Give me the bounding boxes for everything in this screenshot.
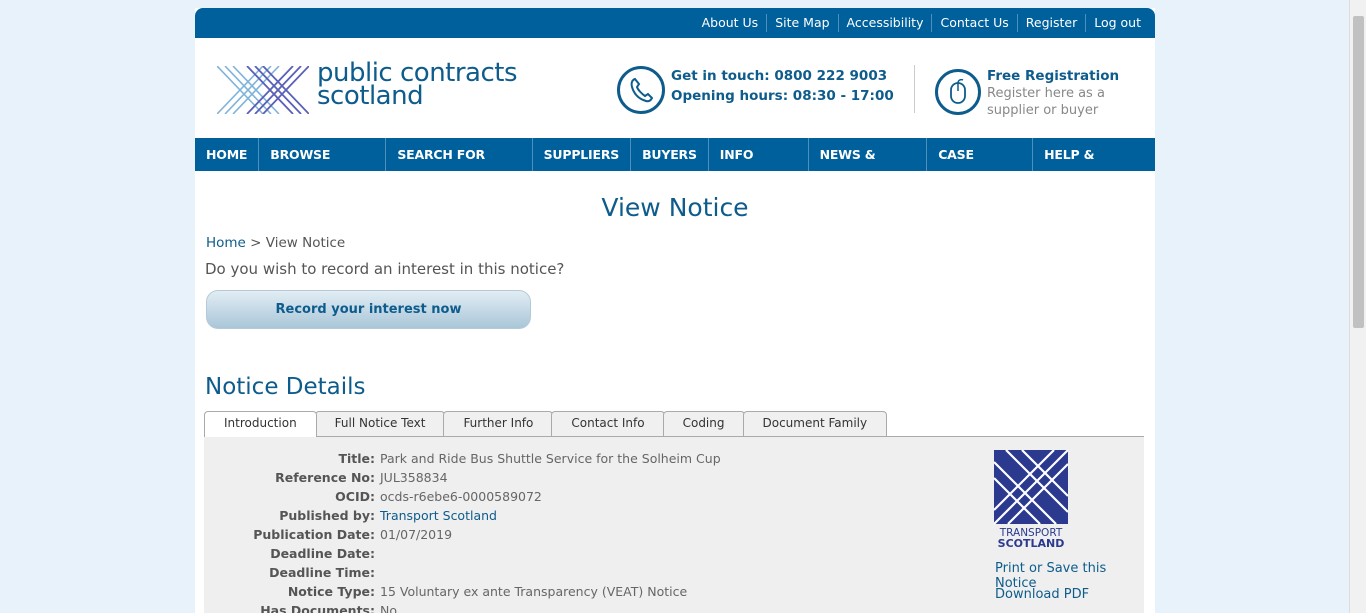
tab-document-family[interactable]: Document Family bbox=[742, 411, 888, 436]
top-utility-bar: About Us Site Map Accessibility Contact … bbox=[195, 8, 1155, 38]
top-link-log-out[interactable]: Log out bbox=[1085, 14, 1149, 32]
detail-label: Publication Date: bbox=[253, 527, 375, 542]
detail-row-reference: Reference No: JUL358834 bbox=[204, 470, 904, 489]
publisher-link[interactable]: Transport Scotland bbox=[380, 508, 497, 523]
site-header: public contracts scotland Get in touch: … bbox=[195, 38, 1155, 138]
free-reg-line-2: supplier or buyer bbox=[987, 103, 1099, 118]
contact-phone: Get in touch: 0800 222 9003 bbox=[671, 68, 888, 84]
nav-help-support[interactable]: HELP & SUPPORT bbox=[1033, 138, 1155, 195]
contact-info: Get in touch: 0800 222 9003 Opening hour… bbox=[671, 66, 894, 106]
detail-value: ocds-r6ebe6-0000589072 bbox=[380, 489, 542, 504]
tab-introduction[interactable]: Introduction bbox=[204, 411, 317, 437]
detail-row-publication-date: Publication Date: 01/07/2019 bbox=[204, 527, 904, 546]
top-link-register[interactable]: Register bbox=[1016, 14, 1085, 32]
detail-label: Has Documents: bbox=[260, 603, 375, 613]
contact-hours: Opening hours: 08:30 - 17:00 bbox=[671, 88, 894, 104]
top-link-accessibility[interactable]: Accessibility bbox=[837, 14, 932, 32]
mouse-icon[interactable] bbox=[935, 69, 981, 115]
detail-label: Reference No: bbox=[275, 470, 375, 485]
detail-row-ocid: OCID: ocds-r6ebe6-0000589072 bbox=[204, 489, 904, 508]
detail-label: Deadline Time: bbox=[269, 565, 375, 580]
download-pdf-link[interactable]: Download PDF bbox=[995, 587, 1089, 602]
detail-row-title: Title: Park and Ride Bus Shuttle Service… bbox=[204, 451, 904, 470]
detail-value: 15 Voluntary ex ante Transparency (VEAT)… bbox=[380, 584, 688, 599]
free-reg-line-1: Register here as a bbox=[987, 86, 1105, 101]
logo-line-2: scotland bbox=[317, 81, 424, 111]
pcs-logo-text[interactable]: public contracts scotland bbox=[317, 60, 518, 111]
page-title: View Notice bbox=[601, 193, 749, 222]
detail-value: Park and Ride Bus Shuttle Service for th… bbox=[380, 451, 721, 466]
detail-label: OCID: bbox=[335, 489, 375, 504]
nav-browse-notices[interactable]: BROWSE NOTICES bbox=[259, 138, 387, 195]
record-interest-button[interactable]: Record your interest now bbox=[206, 290, 531, 329]
nav-info-centre[interactable]: INFO CENTRE bbox=[709, 138, 809, 195]
detail-row-has-documents: Has Documents: No bbox=[204, 603, 904, 613]
detail-label: Title: bbox=[338, 451, 375, 466]
nav-buyers[interactable]: BUYERS bbox=[631, 138, 709, 171]
detail-label: Notice Type: bbox=[287, 584, 375, 599]
top-link-site-map[interactable]: Site Map bbox=[766, 14, 837, 32]
breadcrumb-separator: > bbox=[250, 235, 262, 251]
notice-tabs: Introduction Full Notice Text Further In… bbox=[204, 411, 888, 437]
detail-row-notice-type: Notice Type: 15 Voluntary ex ante Transp… bbox=[204, 584, 904, 603]
nav-home[interactable]: HOME bbox=[195, 138, 260, 171]
breadcrumb-home[interactable]: Home bbox=[206, 235, 246, 251]
detail-row-published-by: Published by: Transport Scotland bbox=[204, 508, 904, 527]
top-link-about-us[interactable]: About Us bbox=[694, 14, 767, 32]
detail-row-deadline-time: Deadline Time: bbox=[204, 565, 904, 584]
detail-value: JUL358834 bbox=[380, 470, 448, 485]
interest-question: Do you wish to record an interest in thi… bbox=[205, 260, 565, 278]
nav-case-studies[interactable]: CASE STUDIES bbox=[927, 138, 1034, 195]
section-title: Notice Details bbox=[205, 374, 366, 400]
main-nav: HOME BROWSE NOTICES SEARCH FOR BUYERS SU… bbox=[195, 138, 1155, 195]
tab-further-info[interactable]: Further Info bbox=[443, 411, 554, 436]
top-link-contact-us[interactable]: Contact Us bbox=[931, 14, 1016, 32]
ts-logo-line-2: SCOTLAND bbox=[998, 537, 1065, 548]
breadcrumb: Home > View Notice bbox=[206, 235, 1155, 251]
tab-full-notice-text[interactable]: Full Notice Text bbox=[314, 411, 446, 436]
details-panel: Title: Park and Ride Bus Shuttle Service… bbox=[204, 436, 1144, 613]
nav-news-events[interactable]: NEWS & EVENTS bbox=[809, 138, 928, 195]
nav-search-for-buyers[interactable]: SEARCH FOR BUYERS bbox=[386, 138, 533, 195]
detail-label: Deadline Date: bbox=[270, 546, 375, 561]
free-registration[interactable]: Free Registration Register here as a sup… bbox=[987, 68, 1119, 119]
transport-scotland-logo: TRANSPORT SCOTLAND bbox=[994, 450, 1068, 548]
tab-contact-info[interactable]: Contact Info bbox=[551, 411, 665, 436]
scrollbar-thumb[interactable] bbox=[1353, 16, 1364, 328]
page-container: About Us Site Map Accessibility Contact … bbox=[195, 8, 1155, 613]
header-divider bbox=[914, 65, 915, 113]
nav-suppliers[interactable]: SUPPLIERS bbox=[533, 138, 632, 171]
tab-coding[interactable]: Coding bbox=[662, 411, 745, 436]
free-reg-title[interactable]: Free Registration bbox=[987, 68, 1119, 85]
pcs-logo[interactable] bbox=[217, 66, 309, 114]
detail-label: Published by: bbox=[279, 508, 375, 523]
phone-icon bbox=[617, 66, 665, 114]
detail-row-deadline-date: Deadline Date: bbox=[204, 546, 904, 565]
breadcrumb-current: View Notice bbox=[265, 235, 346, 251]
detail-value: No bbox=[380, 603, 397, 613]
detail-value: 01/07/2019 bbox=[380, 527, 453, 542]
vertical-scrollbar[interactable] bbox=[1349, 0, 1366, 613]
